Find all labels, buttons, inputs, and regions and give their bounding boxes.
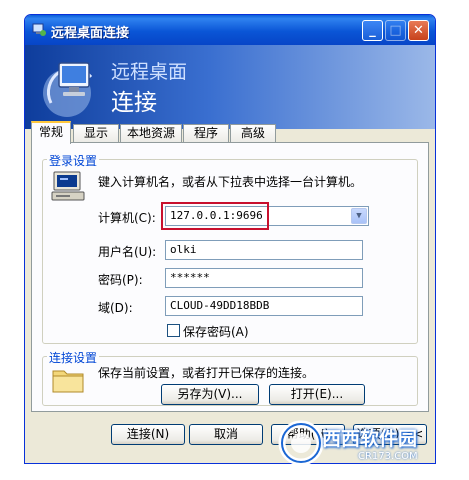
computer-label: 计算机(C): — [98, 211, 156, 225]
cancel-button[interactable]: 取消 — [189, 424, 263, 445]
folder-icon — [52, 370, 84, 393]
watermark-logo-icon — [278, 420, 324, 466]
remote-desktop-window: 远程桌面连接 _ □ ✕ 远程桌面 连接 常规 显示 本地资源 程序 高级 登录… — [24, 14, 436, 464]
domain-label: 域(D): — [98, 301, 133, 315]
banner-title-line2: 连接 — [111, 90, 157, 116]
computer-icon — [51, 171, 85, 201]
tab-local-resources[interactable]: 本地资源 — [120, 124, 182, 142]
close-button[interactable]: ✕ — [408, 20, 429, 41]
tab-programs[interactable]: 程序 — [183, 124, 229, 142]
open-button[interactable]: 打开(E)... — [269, 384, 365, 405]
tab-general[interactable]: 常规 — [31, 121, 71, 144]
tab-display[interactable]: 显示 — [73, 124, 119, 142]
site-watermark: 西西软件园 CR173.COM — [274, 418, 454, 470]
remote-desktop-logo-icon — [43, 62, 93, 117]
dropdown-arrow-icon[interactable]: ▼ — [351, 208, 367, 224]
username-label: 用户名(U): — [98, 245, 157, 259]
watermark-subtext: CR173.COM — [358, 451, 418, 462]
password-label: 密码(P): — [98, 273, 143, 287]
username-field[interactable]: olki — [165, 240, 363, 260]
connection-settings-title: 连接设置 — [47, 349, 100, 366]
save-as-button[interactable]: 另存为(V)... — [161, 384, 259, 405]
remote-desktop-app-icon — [32, 23, 46, 36]
header-banner: 远程桌面 连接 — [25, 45, 435, 129]
tab-advanced[interactable]: 高级 — [230, 124, 276, 142]
annotation-highlight-box — [161, 202, 269, 230]
domain-field[interactable]: CLOUD-49DD18BDB — [165, 296, 363, 316]
password-field[interactable]: ****** — [165, 268, 363, 288]
banner-title-line1: 远程桌面 — [111, 61, 188, 83]
connect-button[interactable]: 连接(N) — [111, 424, 185, 445]
connection-instruction: 保存当前设置，或者打开已保存的连接。 — [98, 366, 315, 380]
title-bar[interactable]: 远程桌面连接 _ □ ✕ — [25, 15, 435, 45]
window-title: 远程桌面连接 — [51, 26, 130, 41]
save-password-label[interactable]: 保存密码(A) — [183, 323, 249, 340]
login-settings-group: 登录设置 键入计算机名，或者从下拉表中选择一台计算机。 计算机(C): 127.… — [42, 152, 418, 344]
connection-settings-group: 连接设置 保存当前设置，或者打开已保存的连接。 另存为(V)... 打开(E).… — [42, 349, 418, 406]
general-tab-panel: 登录设置 键入计算机名，或者从下拉表中选择一台计算机。 计算机(C): 127.… — [31, 142, 429, 412]
login-instruction: 键入计算机名，或者从下拉表中选择一台计算机。 — [98, 175, 363, 189]
minimize-button[interactable]: _ — [362, 20, 383, 41]
maximize-button: □ — [385, 20, 406, 41]
watermark-text: 西西软件园 — [322, 428, 418, 450]
save-password-checkbox[interactable] — [167, 324, 180, 337]
login-settings-title: 登录设置 — [47, 152, 100, 169]
